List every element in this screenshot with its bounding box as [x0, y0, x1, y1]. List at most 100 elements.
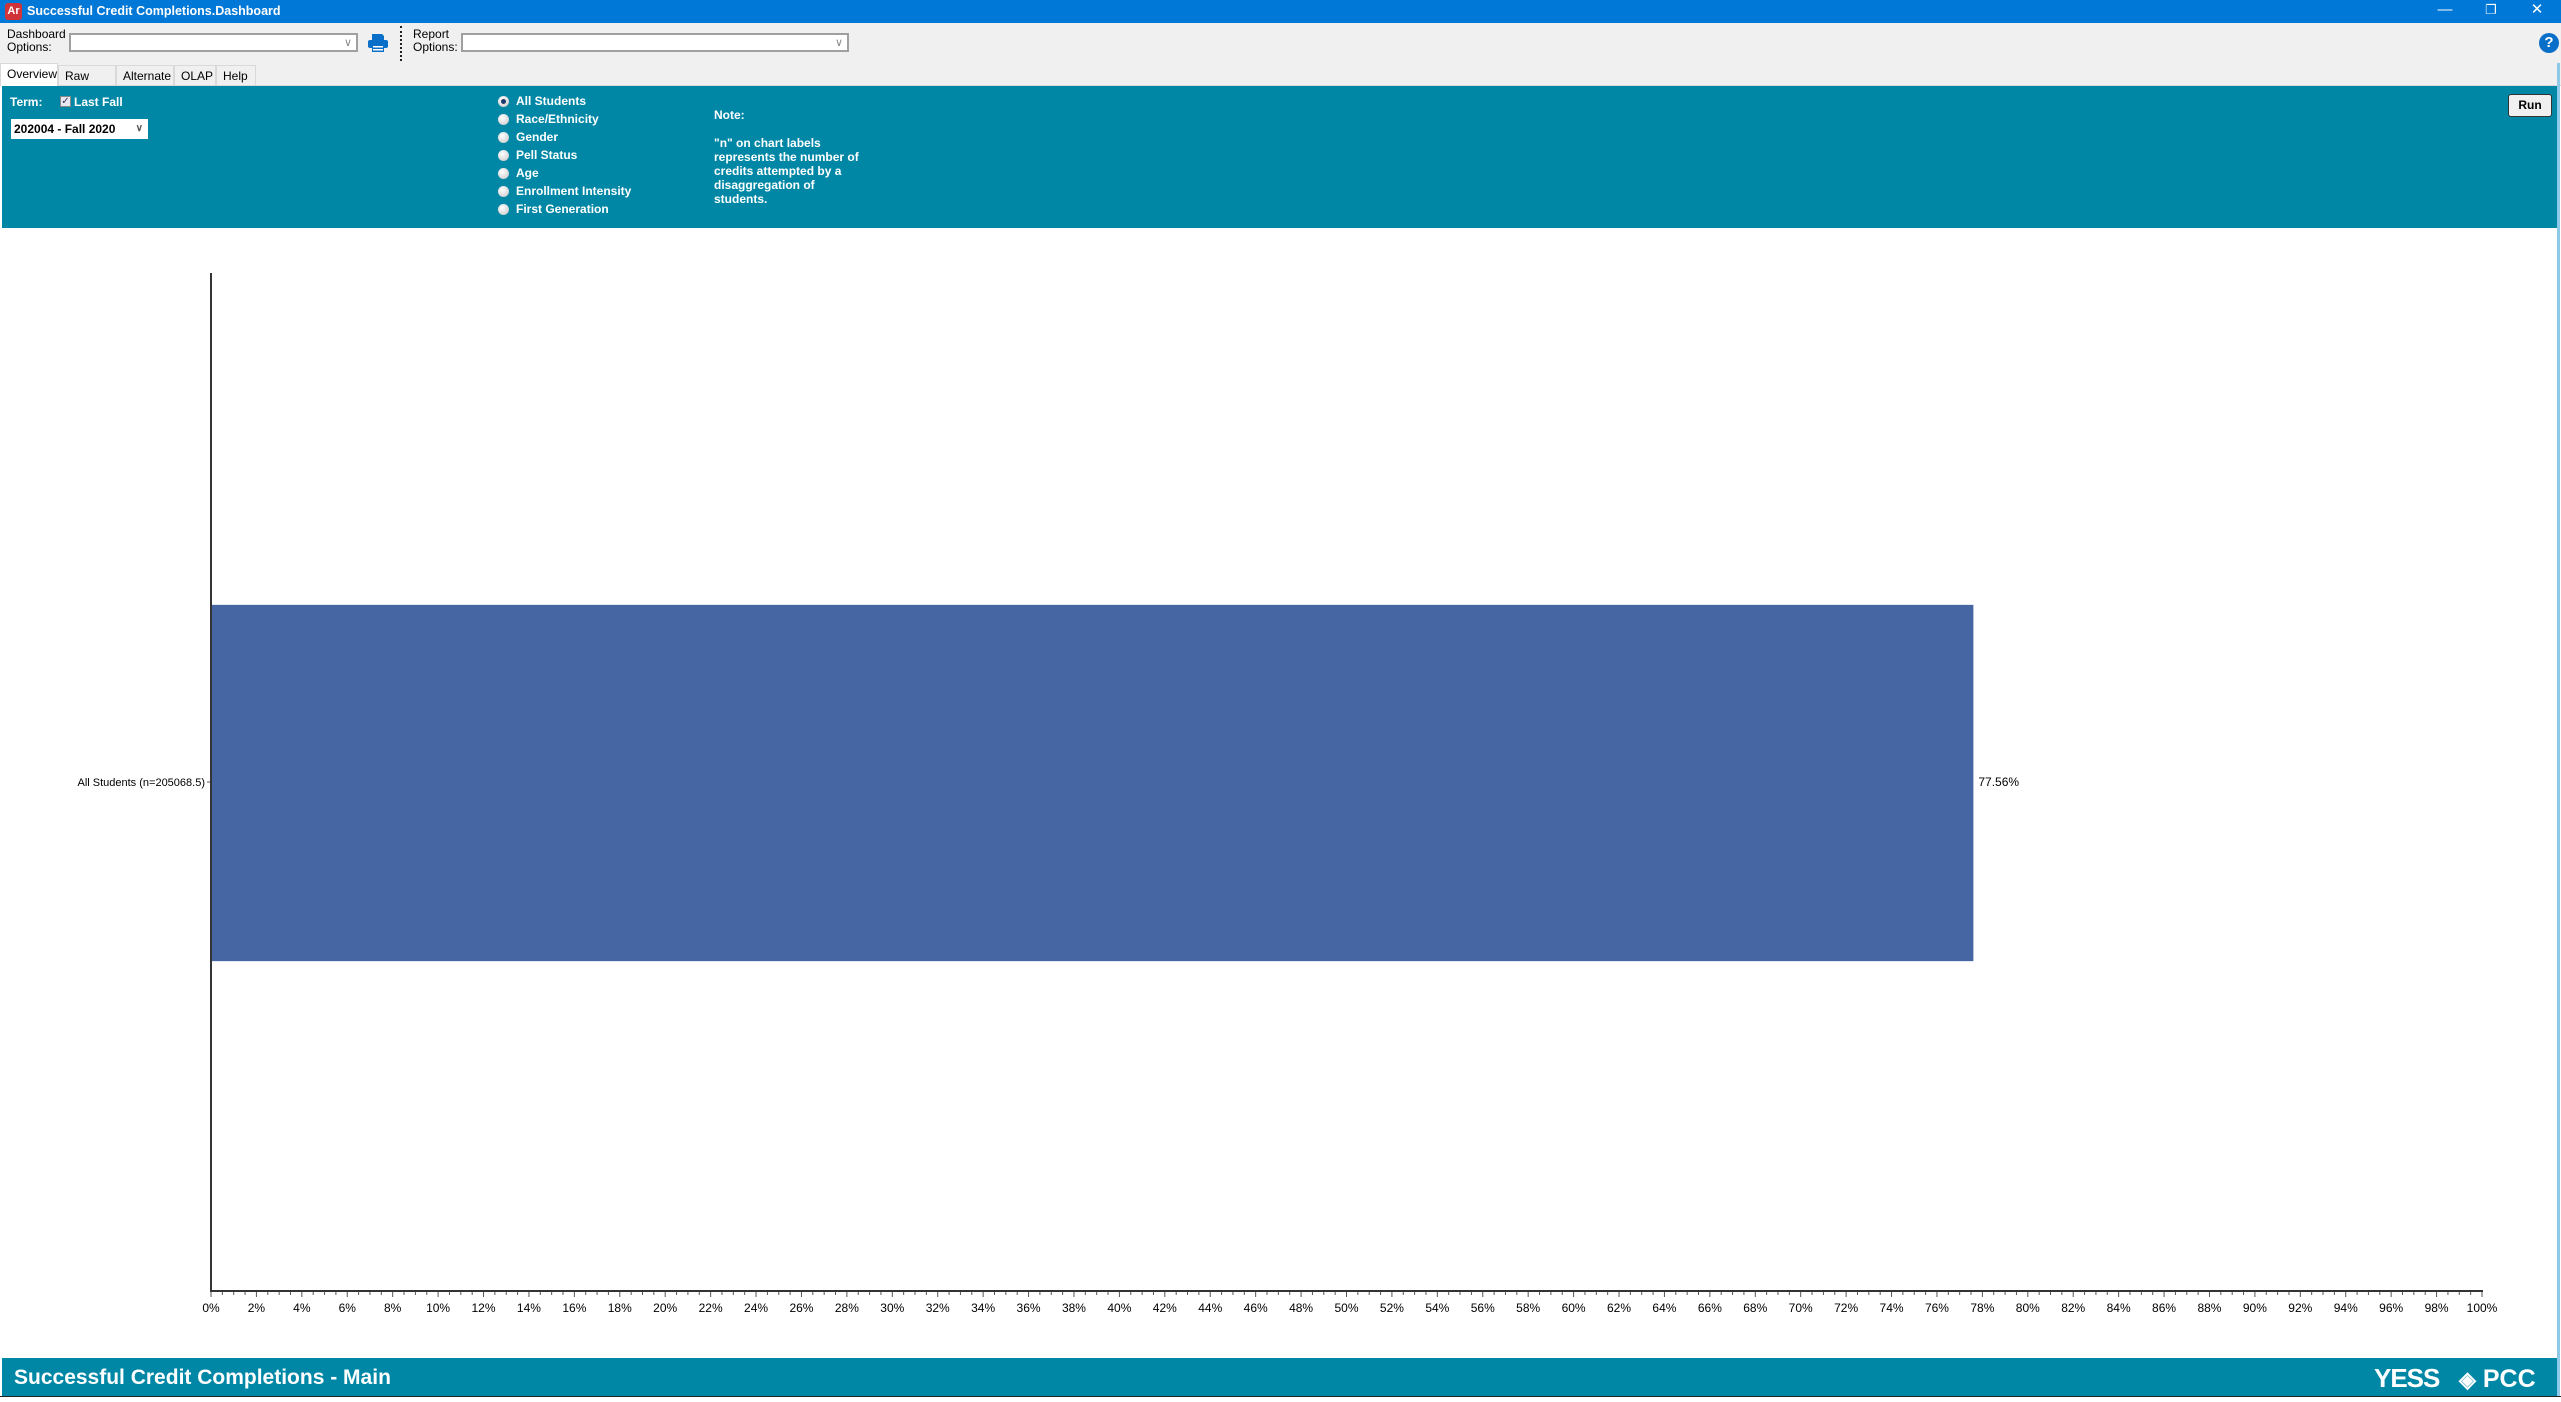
radio-label-gender: Gender	[516, 130, 559, 144]
x-tick-label: 70%	[1789, 1301, 1813, 1315]
x-tick-label: 96%	[2379, 1301, 2403, 1315]
radio-enrollment-intensity[interactable]	[498, 186, 509, 197]
chevron-down-icon: ∨	[343, 37, 352, 49]
x-tick-label: 78%	[1970, 1301, 1994, 1315]
bar[interactable]	[212, 604, 1974, 962]
tab-overview[interactable]: Overview	[0, 63, 58, 86]
x-tick-label: 48%	[1289, 1301, 1313, 1315]
radio-race-ethnicity[interactable]	[498, 114, 509, 125]
note-text: "n" on chart labels represents the numbe…	[714, 136, 859, 206]
x-tick-label: 98%	[2425, 1301, 2449, 1315]
chevron-down-icon: ∨	[834, 37, 843, 49]
yess-logo: YESS	[2374, 1363, 2440, 1393]
x-tick-label: 80%	[2016, 1301, 2040, 1315]
footer-title: Successful Credit Completions - Main	[14, 1366, 391, 1389]
term-select-value: 202004 - Fall 2020	[14, 122, 116, 136]
filter-panel: Term: ✓ Last Fall 202004 - Fall 2020 ∨ A…	[2, 86, 2557, 228]
window-bottom-border	[0, 1396, 2561, 1402]
x-tick-label: 82%	[2061, 1301, 2085, 1315]
dashboard-options-label-line2: Options:	[7, 40, 52, 54]
category-label: All Students (n=205068.5)	[77, 777, 205, 789]
x-tick-label: 4%	[293, 1301, 311, 1315]
pcc-diamond-icon: ◈	[2459, 1367, 2476, 1392]
radio-label-pell-status: Pell Status	[516, 148, 578, 162]
tab-bar: Overview Raw Data Alternate OLAP Help	[0, 63, 2561, 103]
x-tick-label: 46%	[1244, 1301, 1268, 1315]
x-tick-label: 22%	[699, 1301, 723, 1315]
x-tick-label: 44%	[1198, 1301, 1222, 1315]
run-button[interactable]: Run	[2508, 94, 2552, 117]
pcc-logo: ◈ PCC	[2459, 1365, 2536, 1394]
report-options-label-line2: Options:	[413, 40, 458, 54]
restore-button[interactable]: ❐	[2468, 0, 2514, 23]
last-fall-checkbox[interactable]: ✓	[60, 96, 71, 107]
radio-all-students[interactable]	[498, 96, 509, 107]
x-tick-label: 84%	[2107, 1301, 2131, 1315]
radio-gender[interactable]	[498, 132, 509, 143]
note-block: Note: "n" on chart labels represents the…	[714, 94, 874, 220]
x-axis-tick-labels: 0% 2% 4% 6% 8% 10% 12% 14% 16% 18% 20% 22% 24% 26% 28%…	[202, 1301, 2497, 1315]
dashboard-options-label: Dashboard Options:	[7, 28, 66, 54]
x-tick-label: 8%	[384, 1301, 402, 1315]
minimize-button[interactable]: —	[2422, 0, 2468, 23]
x-tick-label: 16%	[562, 1301, 586, 1315]
x-tick-label: 54%	[1425, 1301, 1449, 1315]
radio-age[interactable]	[498, 168, 509, 179]
x-tick-label: 12%	[472, 1301, 496, 1315]
bars	[212, 604, 1974, 962]
help-icon[interactable]: ?	[2539, 33, 2559, 53]
radio-label-first-generation: First Generation	[516, 202, 609, 216]
x-tick-label: 20%	[653, 1301, 677, 1315]
x-tick-label: 76%	[1925, 1301, 1949, 1315]
radio-label-enrollment-intensity: Enrollment Intensity	[516, 184, 632, 198]
x-tick-label: 60%	[1562, 1301, 1586, 1315]
x-tick-label: 32%	[926, 1301, 950, 1315]
radio-pell-status[interactable]	[498, 150, 509, 161]
x-tick-label: 64%	[1652, 1301, 1676, 1315]
x-tick-label: 62%	[1607, 1301, 1631, 1315]
x-tick-label: 58%	[1516, 1301, 1540, 1315]
x-tick-label: 88%	[2197, 1301, 2221, 1315]
app-logo-icon: Ar	[5, 3, 22, 20]
x-tick-label: 36%	[1017, 1301, 1041, 1315]
x-tick-label: 40%	[1107, 1301, 1131, 1315]
tab-raw-data[interactable]: Raw Data	[58, 65, 116, 103]
x-tick-label: 68%	[1743, 1301, 1767, 1315]
toolbar: Dashboard Options: ∨ Report Options: ∨ ?	[0, 23, 2561, 63]
printer-icon[interactable]	[367, 33, 389, 53]
x-tick-label: 100%	[2467, 1301, 2498, 1315]
x-tick-label: 74%	[1880, 1301, 1904, 1315]
value-label: 77.56%	[1978, 775, 2019, 789]
x-tick-label: 42%	[1153, 1301, 1177, 1315]
radio-label-all-students: All Students	[516, 94, 587, 108]
radio-label-race-ethnicity: Race/Ethnicity	[516, 112, 599, 126]
x-tick-label: 24%	[744, 1301, 768, 1315]
dashboard-options-select[interactable]: ∨	[69, 33, 358, 52]
close-button[interactable]: ✕	[2514, 0, 2560, 23]
report-options-label: Report Options:	[413, 28, 458, 54]
window-title: Successful Credit Completions.Dashboard	[27, 4, 281, 18]
chevron-down-icon: ∨	[135, 123, 143, 134]
x-tick-label: 28%	[835, 1301, 859, 1315]
category-labels: All Students (n=205068.5)	[77, 777, 211, 789]
tab-alternate[interactable]: Alternate	[116, 65, 174, 85]
radio-first-generation[interactable]	[498, 204, 509, 215]
toolbar-separator	[400, 26, 402, 61]
x-tick-label: 86%	[2152, 1301, 2176, 1315]
x-tick-label: 2%	[248, 1301, 266, 1315]
radio-label-age: Age	[516, 166, 539, 180]
tab-olap[interactable]: OLAP	[174, 65, 216, 85]
chart-area: 0% 2% 4% 6% 8% 10% 12% 14% 16% 18% 20% 22% 24% 26% 28%…	[0, 228, 2561, 1358]
x-tick-label: 14%	[517, 1301, 541, 1315]
x-tick-label: 6%	[339, 1301, 357, 1315]
x-tick-label: 94%	[2334, 1301, 2358, 1315]
note-title: Note:	[714, 108, 745, 122]
term-select[interactable]: 202004 - Fall 2020 ∨	[11, 119, 148, 139]
x-tick-label: 26%	[789, 1301, 813, 1315]
report-options-select[interactable]: ∨	[461, 33, 849, 52]
x-tick-label: 92%	[2288, 1301, 2312, 1315]
pcc-logo-text: PCC	[2482, 1365, 2536, 1393]
x-tick-label: 18%	[608, 1301, 632, 1315]
last-fall-label: Last Fall	[74, 95, 123, 109]
tab-help[interactable]: Help	[216, 65, 256, 85]
